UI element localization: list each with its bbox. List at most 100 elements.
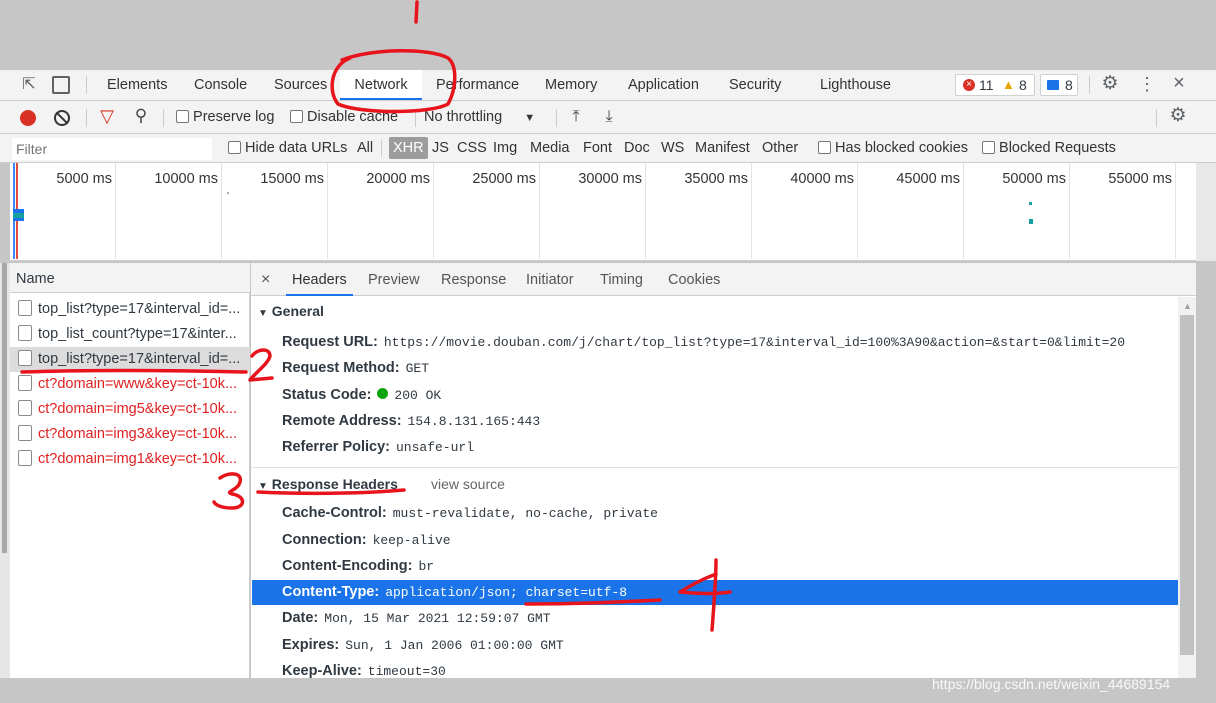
tab-memory[interactable]: Memory	[545, 70, 597, 100]
timeline-tick: 50000 ms	[1002, 171, 1066, 187]
message-icon	[1047, 80, 1059, 90]
timeline-activity	[1029, 202, 1032, 205]
name-column-header[interactable]: Name	[10, 263, 250, 293]
response-header-row: Keep-Alive: timeout=30	[282, 663, 446, 678]
type-manifest[interactable]: Manifest	[695, 134, 750, 162]
blocked-requests-checkbox[interactable]: Blocked Requests	[982, 140, 1116, 156]
resource-type-filters: All XHR JS CSS Img Media Font Doc WS Man…	[352, 134, 812, 162]
type-js[interactable]: JS	[432, 134, 449, 162]
response-header-row: Cache-Control: must-revalidate, no-cache,…	[282, 505, 658, 521]
details-scrollbar[interactable]: ▲	[1178, 297, 1196, 678]
left-gutter-bar	[2, 263, 7, 553]
device-toolbar-icon[interactable]	[52, 76, 70, 94]
search-icon[interactable]: ⚲	[132, 107, 150, 124]
type-all[interactable]: All	[357, 134, 373, 162]
tab-sources[interactable]: Sources	[274, 70, 327, 100]
clear-icon[interactable]	[54, 110, 70, 126]
tab-preview[interactable]: Preview	[368, 263, 420, 297]
type-doc[interactable]: Doc	[624, 134, 650, 162]
response-headers-section-header[interactable]: ▼ Response Headers	[258, 476, 398, 492]
annotation-1	[414, 0, 419, 24]
tab-initiator[interactable]: Initiator	[526, 263, 574, 297]
request-row[interactable]: top_list?type=17&interval_id=...	[10, 297, 250, 322]
messages-counter[interactable]: 8	[1040, 74, 1078, 96]
tab-network[interactable]: Network	[340, 70, 422, 100]
view-source-link[interactable]: view source	[431, 476, 505, 492]
disable-cache-checkbox[interactable]: Disable cache	[290, 109, 398, 125]
timeline-tick: 30000 ms	[578, 171, 642, 187]
request-row-selected[interactable]: top_list?type=17&interval_id=...	[10, 347, 250, 372]
filter-input[interactable]	[12, 138, 212, 160]
tab-cookies[interactable]: Cookies	[668, 263, 720, 297]
details-tab-bar: × Headers Preview Response Initiator Tim…	[251, 263, 1196, 296]
type-other[interactable]: Other	[762, 134, 798, 162]
tab-elements[interactable]: Elements	[107, 70, 167, 100]
chevron-down-icon: ▼	[524, 112, 536, 124]
type-css[interactable]: CSS	[457, 134, 487, 162]
tab-timing[interactable]: Timing	[600, 263, 643, 297]
general-row: Request Method: GET	[282, 360, 430, 376]
request-row[interactable]: ct?domain=www&key=ct-10k...	[10, 372, 250, 397]
timeline-activity	[227, 192, 229, 194]
filter-icon[interactable]: ▽	[98, 107, 116, 125]
section-divider	[251, 467, 1178, 468]
timeline-tick: 15000 ms	[260, 171, 324, 187]
record-button[interactable]	[20, 110, 36, 126]
tab-performance[interactable]: Performance	[436, 70, 519, 100]
watermark: https://blog.csdn.net/weixin_44689154	[932, 676, 1171, 692]
type-img[interactable]: Img	[493, 134, 517, 162]
timeline-tick: 40000 ms	[790, 171, 854, 187]
has-blocked-cookies-checkbox[interactable]: Has blocked cookies	[818, 140, 968, 156]
timeline-tick: 35000 ms	[684, 171, 748, 187]
tab-response[interactable]: Response	[441, 263, 506, 297]
type-ws[interactable]: WS	[661, 134, 684, 162]
triangle-down-icon: ▼	[258, 308, 268, 319]
request-row[interactable]: ct?domain=img3&key=ct-10k...	[10, 422, 250, 447]
scroll-up-arrow-icon[interactable]: ▲	[1183, 301, 1192, 311]
more-options-icon[interactable]: ⋮	[1138, 75, 1156, 93]
network-settings-icon[interactable]: ⚙	[1168, 106, 1188, 125]
settings-icon[interactable]: ⚙	[1100, 74, 1120, 93]
response-header-row-selected[interactable]: Content-Type: application/json; charset=u…	[282, 579, 627, 605]
type-font[interactable]: Font	[583, 134, 612, 162]
request-row[interactable]: ct?domain=img5&key=ct-10k...	[10, 397, 250, 422]
general-row: Status Code: 200 OK	[282, 387, 442, 403]
response-header-row: Connection: keep-alive	[282, 532, 451, 548]
message-count: 8	[1065, 77, 1073, 93]
tab-headers[interactable]: Headers	[286, 263, 353, 296]
response-header-row: Expires: Sun, 1 Jan 2006 01:00:00 GMT	[282, 637, 564, 653]
general-row: Referrer Policy: unsafe-url	[282, 439, 475, 455]
tab-console[interactable]: Console	[194, 70, 247, 100]
general-section-header[interactable]: ▼ General	[258, 303, 324, 319]
close-icon[interactable]: ×	[1170, 73, 1188, 93]
scrollbar-thumb[interactable]	[1180, 315, 1194, 655]
request-row[interactable]: top_list_count?type=17&inter...	[10, 322, 250, 347]
response-header-row: Content-Encoding: br	[282, 558, 435, 574]
timeline-tick: 45000 ms	[896, 171, 960, 187]
filter-bar: Hide data URLs All XHR JS CSS Img Media …	[0, 134, 1216, 163]
devtools-tab-bar: ⇱ Elements Console Sources Network Perfo…	[0, 70, 1216, 101]
timeline-activity	[1029, 219, 1033, 224]
timeline-right-gutter	[1196, 163, 1216, 261]
preserve-log-checkbox[interactable]: Preserve log	[176, 109, 274, 125]
triangle-down-icon: ▼	[258, 481, 268, 492]
tab-security[interactable]: Security	[729, 70, 781, 100]
type-xhr[interactable]: XHR	[389, 137, 428, 159]
request-row[interactable]: ct?domain=img1&key=ct-10k...	[10, 447, 250, 472]
export-har-icon[interactable]: ⤓	[601, 109, 617, 125]
timeline-overview[interactable]: 5000 ms 10000 ms 15000 ms 20000 ms 25000…	[10, 163, 1196, 261]
error-icon: ×	[963, 79, 975, 91]
close-details-icon[interactable]: ×	[261, 263, 270, 297]
issues-counter[interactable]: × 11 ▲ 8	[955, 74, 1035, 96]
type-media[interactable]: Media	[530, 134, 570, 162]
inspect-element-icon[interactable]: ⇱	[20, 77, 38, 93]
warning-count: 8	[1019, 77, 1027, 93]
import-har-icon[interactable]: ⤒	[568, 109, 584, 125]
error-count: 11	[979, 77, 994, 93]
tab-application[interactable]: Application	[628, 70, 699, 100]
timeline-tick: 10000 ms	[154, 171, 218, 187]
throttling-select[interactable]: No throttling ▼	[424, 109, 535, 125]
hide-data-urls-checkbox[interactable]: Hide data URLs	[228, 140, 347, 156]
timeline-tick: 5000 ms	[56, 171, 112, 187]
tab-lighthouse[interactable]: Lighthouse	[820, 70, 891, 100]
